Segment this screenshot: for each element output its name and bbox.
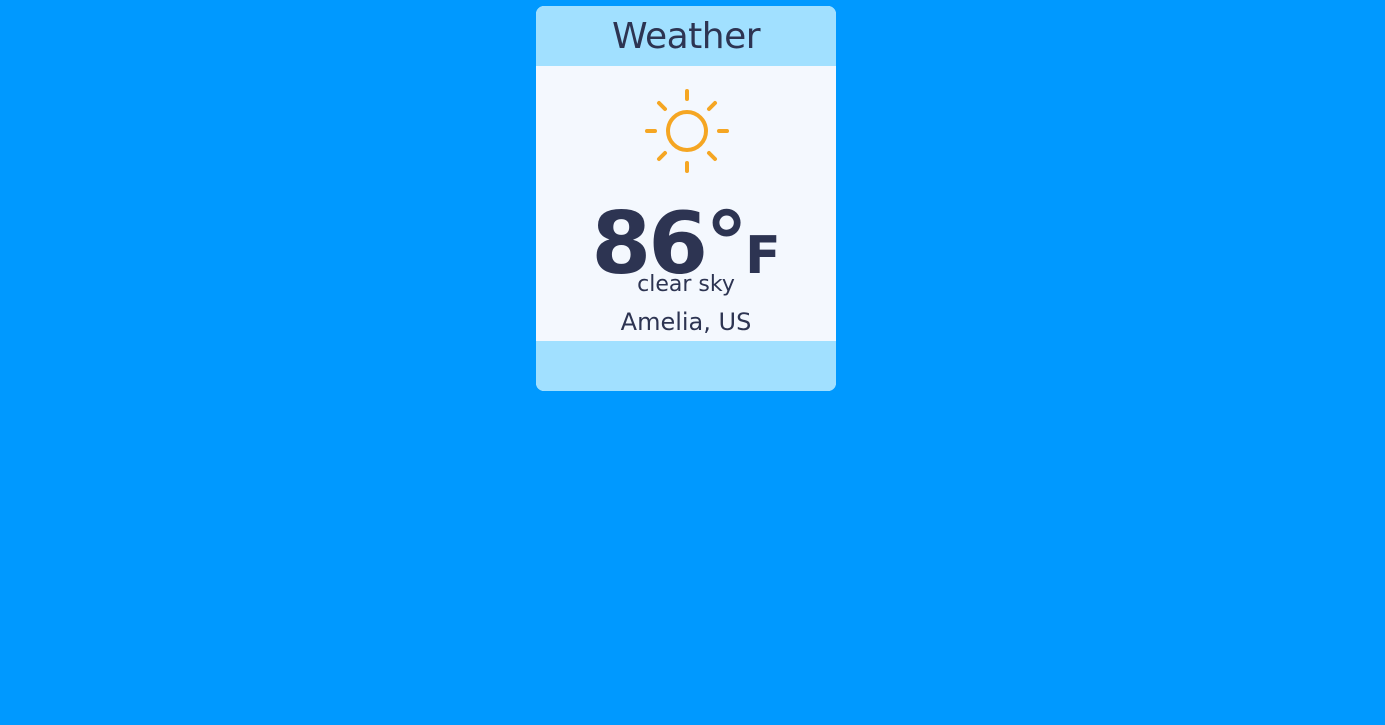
sun-icon [645,89,729,173]
weather-card: Weather [536,6,836,391]
widget-title: Weather [611,16,761,57]
card-header: Weather [536,6,836,66]
card-footer [536,341,836,391]
card-body [536,66,836,341]
